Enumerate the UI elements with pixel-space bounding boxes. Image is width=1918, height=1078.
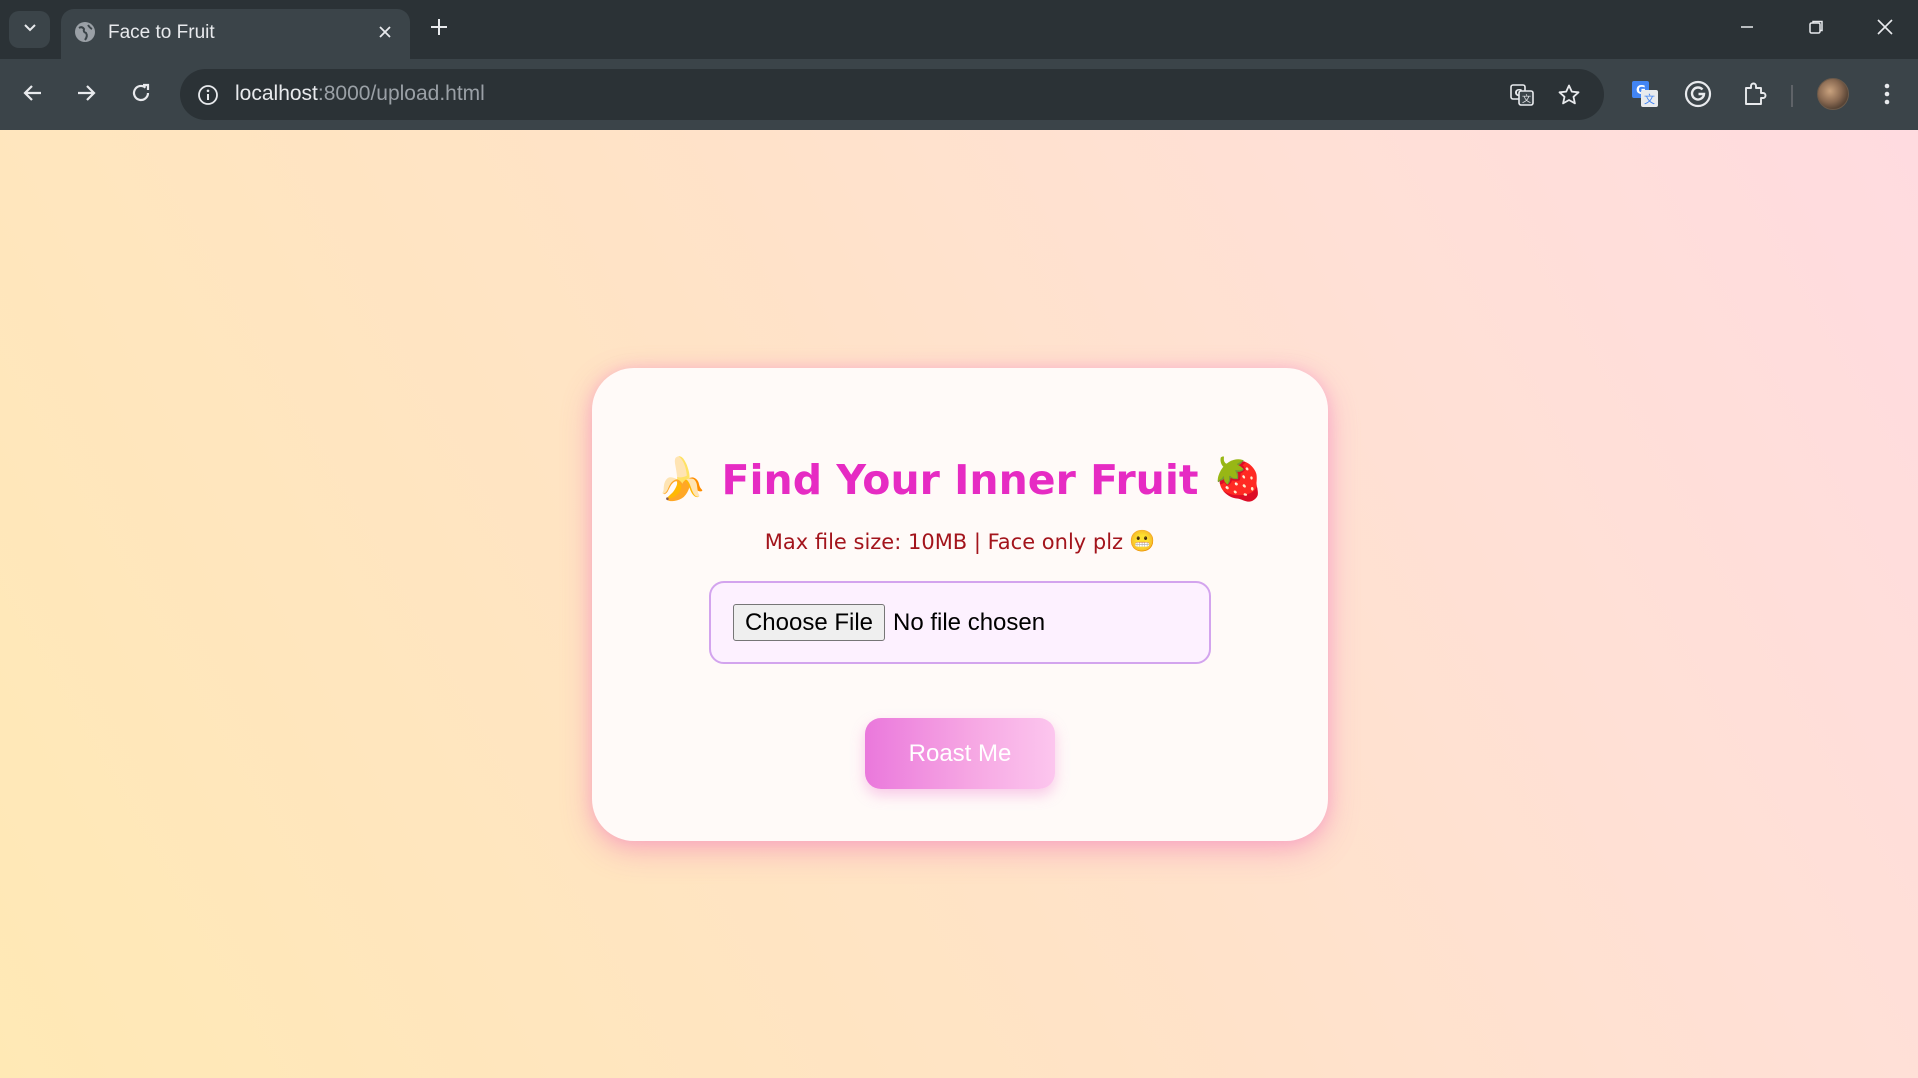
restore-icon — [1808, 19, 1824, 40]
file-input-box[interactable]: Choose File No file chosen — [709, 581, 1211, 664]
tab-title: Face to Fruit — [108, 22, 215, 43]
close-icon — [1876, 18, 1894, 41]
strawberry-emoji: 🍓 — [1212, 454, 1264, 503]
toolbar-divider — [1791, 85, 1793, 107]
new-tab-button[interactable] — [424, 14, 454, 44]
tab-strip: Face to Fruit — [0, 0, 1918, 59]
address-bar[interactable]: localhost:8000/upload.html G 文 — [180, 69, 1604, 120]
arrow-left-icon — [22, 82, 44, 109]
file-size-hint-text: Max file size: 10MB | Face only plz — [764, 530, 1124, 554]
grimace-emoji: 😬 — [1129, 528, 1156, 553]
arrow-right-icon — [75, 82, 97, 109]
file-size-hint: Max file size: 10MB | Face only plz 😬 — [592, 528, 1328, 556]
info-icon[interactable] — [194, 81, 222, 109]
avatar[interactable] — [1817, 78, 1849, 110]
grammarly-icon[interactable] — [1681, 77, 1715, 111]
chevron-down-icon — [22, 19, 38, 40]
upload-card: 🍌 Find Your Inner Fruit 🍓 Max file size: 1… — [592, 368, 1328, 841]
browser-toolbar: localhost:8000/upload.html G 文 G 文 — [0, 59, 1918, 130]
restore-button[interactable] — [1796, 12, 1836, 46]
minimize-icon — [1739, 19, 1755, 40]
reload-button[interactable] — [122, 76, 160, 114]
page-viewport: 🍌 Find Your Inner Fruit 🍓 Max file size: 1… — [0, 130, 1918, 1078]
reload-icon — [130, 82, 152, 109]
back-button[interactable] — [14, 76, 52, 114]
roast-me-button[interactable]: Roast Me — [865, 718, 1055, 789]
page-title: 🍌 Find Your Inner Fruit 🍓 — [592, 454, 1328, 508]
kebab-menu-icon[interactable] — [1870, 77, 1904, 111]
choose-file-button[interactable]: Choose File — [733, 604, 885, 641]
star-icon[interactable] — [1554, 80, 1584, 110]
minimize-button[interactable] — [1727, 12, 1767, 46]
google-translate-icon[interactable]: G 文 — [1628, 77, 1662, 111]
close-window-button[interactable] — [1865, 12, 1905, 46]
page-title-text: Find Your Inner Fruit — [721, 456, 1199, 504]
globe-icon — [73, 20, 97, 44]
svg-text:文: 文 — [1522, 93, 1531, 105]
translate-icon[interactable]: G 文 — [1507, 80, 1537, 110]
banana-emoji: 🍌 — [656, 454, 708, 503]
close-icon[interactable] — [372, 19, 398, 45]
puzzle-icon[interactable] — [1737, 77, 1771, 111]
forward-button[interactable] — [67, 76, 105, 114]
url-text: localhost:8000/upload.html — [235, 82, 485, 105]
svg-text:文: 文 — [1644, 92, 1655, 106]
tab-search-button[interactable] — [9, 11, 50, 48]
plus-icon — [429, 17, 449, 42]
active-tab[interactable]: Face to Fruit — [61, 9, 410, 59]
file-status: No file chosen — [893, 609, 1046, 636]
